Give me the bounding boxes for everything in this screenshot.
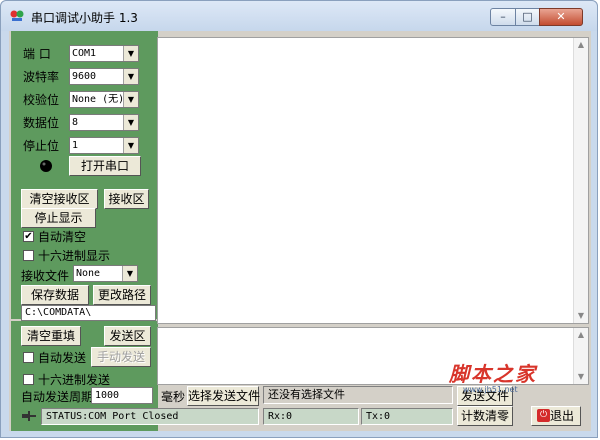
- window-title: 串口调试小助手 1.3: [31, 11, 138, 25]
- parity-label: 校验位: [23, 93, 60, 107]
- clear-send-button[interactable]: 清空重填: [21, 326, 81, 346]
- hex-display-label: 十六进制显示: [38, 249, 111, 263]
- exit-label: 退出: [549, 409, 574, 423]
- ms-label: 毫秒: [161, 390, 186, 404]
- clear-receive-button[interactable]: 清空接收区: [21, 189, 98, 209]
- save-path-field[interactable]: C:\COMDATA\: [21, 305, 156, 321]
- stop-display-button[interactable]: 停止显示: [21, 208, 96, 228]
- title-bar[interactable]: 串口调试小助手 1.3 – □ ✕: [1, 1, 597, 31]
- save-data-button[interactable]: 保存数据: [21, 285, 89, 305]
- receive-file-select[interactable]: None ▼: [73, 265, 138, 282]
- auto-clear-checkbox[interactable]: ✔: [23, 231, 34, 242]
- auto-send-checkbox[interactable]: [23, 352, 34, 363]
- port-select[interactable]: COM1 ▼: [69, 45, 139, 62]
- send-area-button[interactable]: 发送区: [104, 326, 151, 346]
- stopbits-select[interactable]: 1 ▼: [69, 137, 139, 154]
- databits-select[interactable]: 8 ▼: [69, 114, 139, 131]
- client-area: 端 口 COM1 ▼ 波特率 9600 ▼ 校验位 None (无) ▼ 数据位 8 ▼…: [9, 31, 591, 431]
- scroll-up-icon[interactable]: ▲: [574, 38, 588, 52]
- power-icon: ⏻: [537, 409, 550, 422]
- watermark-url: www.jb51.net: [463, 385, 518, 394]
- receive-file-label: 接收文件: [21, 269, 70, 283]
- send-scrollbar[interactable]: ▲ ▼: [573, 328, 588, 384]
- chevron-down-icon[interactable]: ▼: [123, 92, 138, 107]
- receive-scrollbar[interactable]: ▲ ▼: [573, 38, 588, 323]
- reset-count-button[interactable]: 计数清零: [457, 406, 513, 426]
- auto-clear-label: 自动清空: [38, 230, 87, 244]
- hex-send-label: 十六进制发送: [38, 373, 111, 387]
- chevron-down-icon[interactable]: ▼: [122, 266, 137, 281]
- chevron-down-icon[interactable]: ▼: [123, 115, 138, 130]
- pin-icon: [22, 411, 36, 421]
- watermark: 脚本之家 www.jb51.net: [449, 363, 569, 403]
- port-label: 端 口: [23, 47, 51, 61]
- minimize-button[interactable]: –: [490, 8, 516, 26]
- hex-display-checkbox[interactable]: [23, 250, 34, 261]
- exit-button[interactable]: ⏻ 退出: [531, 406, 581, 426]
- send-period-field[interactable]: 1000: [91, 387, 153, 404]
- scroll-down-icon[interactable]: ▼: [574, 370, 588, 384]
- hex-send-checkbox[interactable]: [23, 374, 34, 385]
- maximize-button[interactable]: □: [515, 8, 540, 26]
- settings-panel: 端 口 COM1 ▼ 波特率 9600 ▼ 校验位 None (无) ▼ 数据位 8 ▼…: [11, 31, 158, 321]
- receive-textarea[interactable]: ▲ ▼: [157, 37, 589, 324]
- watermark-text: 脚本之家: [449, 362, 537, 386]
- port-status-indicator-icon: [40, 160, 52, 172]
- app-icon: [10, 10, 24, 21]
- send-period-label: 自动发送周期: [21, 390, 94, 404]
- change-path-button[interactable]: 更改路径: [93, 285, 151, 305]
- tx-counter: Tx:0: [361, 408, 453, 425]
- rx-counter: Rx:0: [263, 408, 359, 425]
- parity-select[interactable]: None (无) ▼: [69, 91, 139, 108]
- receive-area-button[interactable]: 接收区: [104, 189, 149, 209]
- chevron-down-icon[interactable]: ▼: [123, 69, 138, 84]
- choose-send-file-button[interactable]: 选择发送文件: [187, 386, 260, 406]
- baud-label: 波特率: [23, 70, 60, 84]
- databits-label: 数据位: [23, 116, 60, 130]
- chevron-down-icon[interactable]: ▼: [123, 46, 138, 61]
- auto-send-label: 自动发送: [38, 351, 87, 365]
- selected-file-display: 还没有选择文件: [263, 386, 453, 404]
- baud-select[interactable]: 9600 ▼: [69, 68, 139, 85]
- scroll-down-icon[interactable]: ▼: [574, 309, 588, 323]
- open-port-button[interactable]: 打开串口: [69, 156, 141, 176]
- chevron-down-icon[interactable]: ▼: [123, 138, 138, 153]
- close-button[interactable]: ✕: [539, 8, 583, 26]
- app-window: 串口调试小助手 1.3 – □ ✕ 端 口 COM1 ▼ 波特率 9600 ▼ 校验…: [0, 0, 598, 438]
- status-text: STATUS:COM Port Closed: [41, 408, 259, 425]
- manual-send-button[interactable]: 手动发送: [91, 347, 151, 367]
- stopbits-label: 停止位: [23, 139, 60, 153]
- scroll-up-icon[interactable]: ▲: [574, 328, 588, 342]
